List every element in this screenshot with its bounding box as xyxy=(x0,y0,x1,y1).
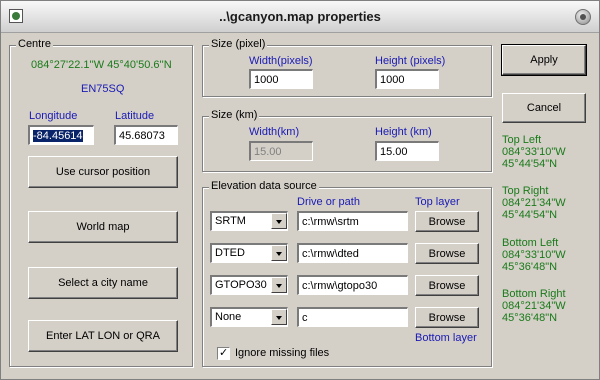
height-pixels-label: Height (pixels) xyxy=(375,55,446,67)
latitude-input[interactable]: 45.68073 xyxy=(114,125,178,145)
source-select-3-value: GTOPO30 xyxy=(215,279,267,291)
top-left-corner-info: Top Left 084°33'10"W 45°44'54"N xyxy=(502,134,566,170)
chevron-down-icon[interactable] xyxy=(271,245,287,261)
browse-button-4[interactable]: Browse xyxy=(415,307,479,328)
width-km-label: Width(km) xyxy=(249,126,300,138)
world-map-button[interactable]: World map xyxy=(28,211,178,243)
chevron-down-icon[interactable] xyxy=(271,213,287,229)
apply-button[interactable]: Apply xyxy=(501,44,587,76)
ignore-missing-checkbox[interactable] xyxy=(217,346,230,360)
bottom-left-corner-info: Bottom Left 084°33'10"W 45°36'48"N xyxy=(502,237,566,273)
top-right-label: Top Right xyxy=(502,185,549,197)
centre-coordinates: 084°27'22.1''W 45°40'50.6''N xyxy=(31,59,172,71)
bottom-layer-label: Bottom layer xyxy=(415,332,477,344)
height-pixels-input[interactable]: 1000 xyxy=(375,69,439,89)
bottom-left-lat: 45°36'48"N xyxy=(502,261,558,273)
source-select-1-value: SRTM xyxy=(215,215,246,227)
bottom-right-corner-info: Bottom Right 084°21'34"W 45°36'48"N xyxy=(502,288,566,324)
top-right-lat: 45°44'54"N xyxy=(502,209,558,221)
select-city-button[interactable]: Select a city name xyxy=(28,267,178,299)
enter-lat-lon-qra-button[interactable]: Enter LAT LON or QRA xyxy=(28,320,178,352)
source-select-2-value: DTED xyxy=(215,247,245,259)
top-right-corner-info: Top Right 084°21'34"W 45°44'54"N xyxy=(502,185,566,221)
bottom-left-lon: 084°33'10"W xyxy=(502,249,566,261)
use-cursor-position-button[interactable]: Use cursor position xyxy=(28,156,178,188)
browse-button-3[interactable]: Browse xyxy=(415,275,479,296)
longitude-input[interactable]: -84.45614 xyxy=(28,125,94,145)
drive-or-path-label: Drive or path xyxy=(297,196,360,208)
browse-button-2[interactable]: Browse xyxy=(415,243,479,264)
cancel-button[interactable]: Cancel xyxy=(502,93,586,123)
source-select-4[interactable]: None xyxy=(210,307,288,327)
chevron-down-icon[interactable] xyxy=(271,309,287,325)
browse-button-1[interactable]: Browse xyxy=(415,211,479,232)
size-km-group: Size (km) xyxy=(202,109,492,172)
source-select-2[interactable]: DTED xyxy=(210,243,288,263)
ignore-missing-label: Ignore missing files xyxy=(235,347,330,359)
path-input-3[interactable]: c:\rmw\gtopo30 xyxy=(297,275,408,295)
close-button[interactable] xyxy=(575,9,591,25)
width-pixels-label: Width(pixels) xyxy=(249,55,313,67)
chevron-down-icon[interactable] xyxy=(271,277,287,293)
height-km-input[interactable]: 15.00 xyxy=(375,141,439,161)
top-layer-label: Top layer xyxy=(415,196,460,208)
path-input-1[interactable]: c:\rmw\srtm xyxy=(297,211,408,231)
centre-group-label: Centre xyxy=(16,38,54,50)
top-left-lat: 45°44'54"N xyxy=(502,158,558,170)
elevation-group-label: Elevation data source xyxy=(209,180,319,192)
top-right-lon: 084°21'34"W xyxy=(502,197,566,209)
size-pixel-group: Size (pixel) xyxy=(202,38,492,97)
window-title: ..\gcanyon.map properties xyxy=(219,9,381,24)
path-input-2[interactable]: c:\rmw\dted xyxy=(297,243,408,263)
centre-locator: EN75SQ xyxy=(81,83,125,95)
source-select-3[interactable]: GTOPO30 xyxy=(210,275,288,295)
width-pixels-input[interactable]: 1000 xyxy=(249,69,313,89)
bottom-right-lon: 084°21'34"W xyxy=(502,300,566,312)
bottom-right-lat: 45°36'48"N xyxy=(502,312,558,324)
bottom-left-label: Bottom Left xyxy=(502,237,559,249)
bottom-right-label: Bottom Right xyxy=(502,288,566,300)
top-left-label: Top Left xyxy=(502,134,542,146)
source-select-4-value: None xyxy=(215,311,242,323)
height-km-label: Height (km) xyxy=(375,126,432,138)
size-km-label: Size (km) xyxy=(209,109,260,121)
latitude-label: Latitude xyxy=(115,110,155,122)
longitude-label: Longitude xyxy=(29,110,78,122)
width-km-input: 15.00 xyxy=(249,141,313,161)
path-input-4[interactable]: c xyxy=(297,307,408,327)
size-pixel-label: Size (pixel) xyxy=(209,38,268,50)
properties-dialog: ..\gcanyon.map properties Centre 084°27'… xyxy=(0,0,600,380)
source-select-1[interactable]: SRTM xyxy=(210,211,288,231)
top-left-lon: 084°33'10"W xyxy=(502,146,566,158)
title-bar[interactable]: ..\gcanyon.map properties xyxy=(1,1,599,33)
